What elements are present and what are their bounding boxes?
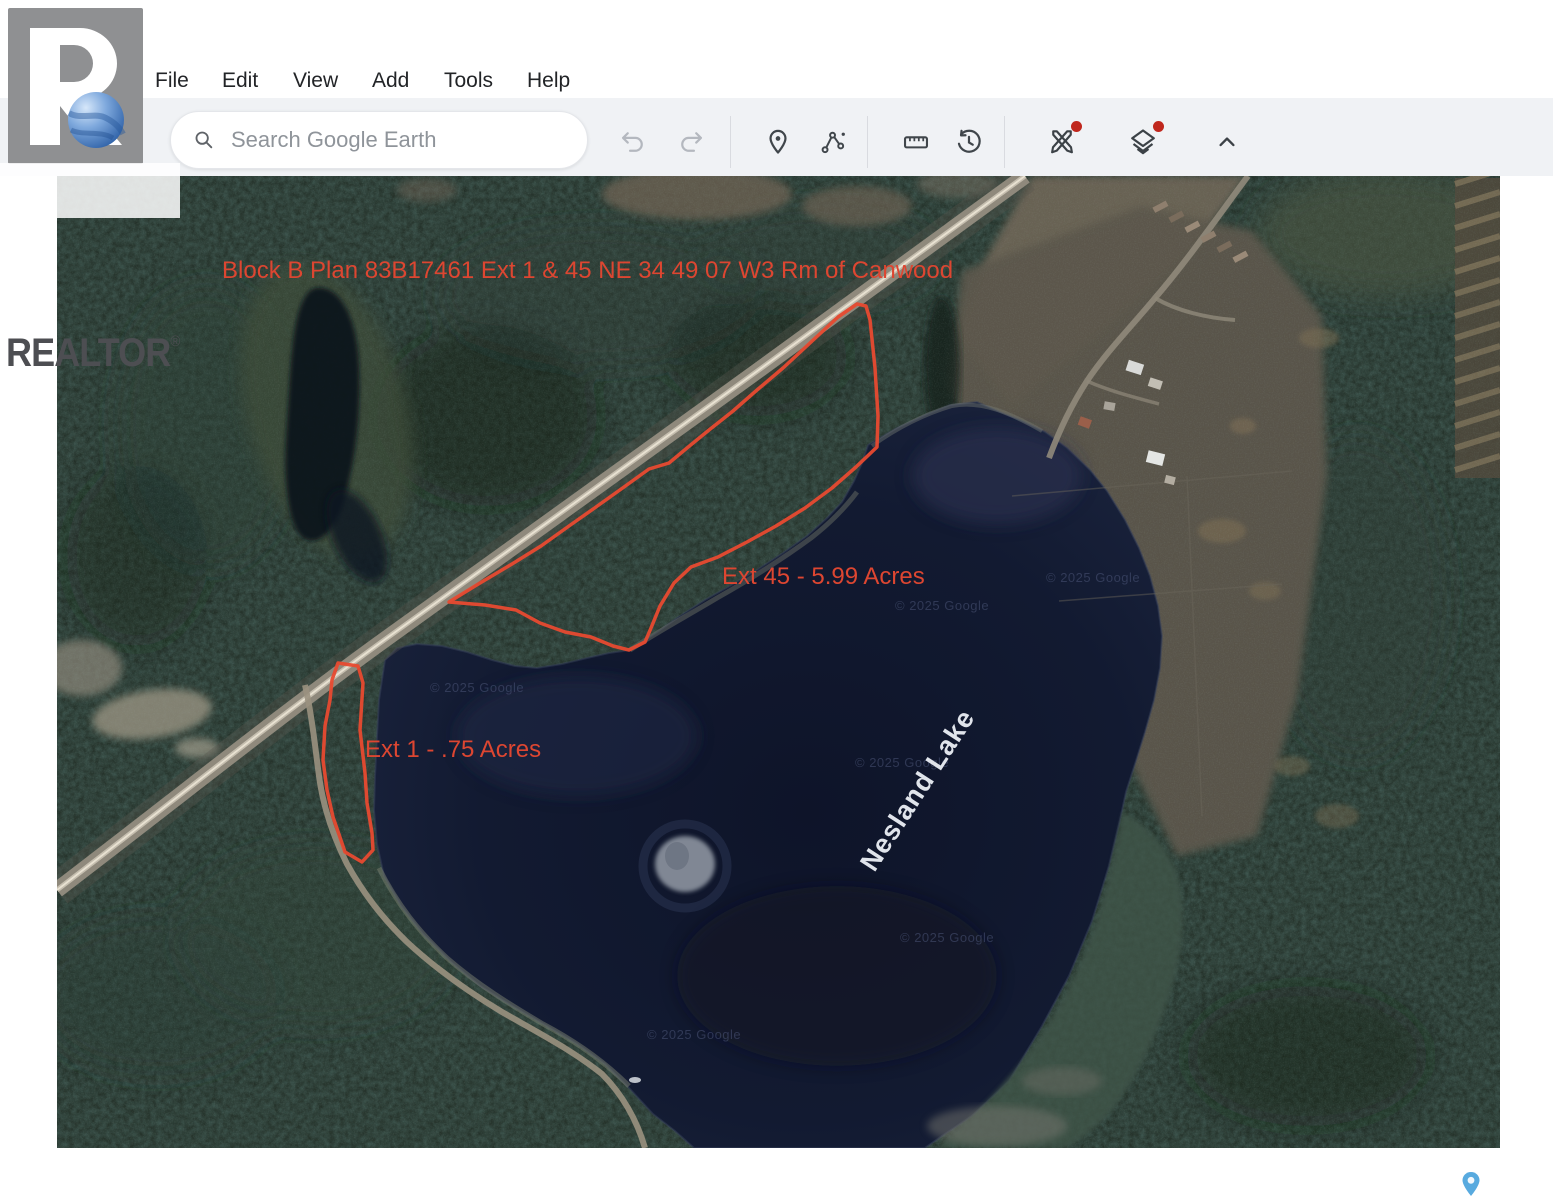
map-viewport[interactable]: © 2025 Google © 2025 Google © 2025 Googl… bbox=[57, 176, 1500, 1148]
path-icon bbox=[819, 128, 847, 156]
add-path-button[interactable] bbox=[815, 124, 851, 160]
measure-button[interactable] bbox=[898, 124, 934, 160]
markup-notification-dot bbox=[1071, 121, 1082, 132]
satellite-imagery: © 2025 Google © 2025 Google © 2025 Googl… bbox=[57, 176, 1500, 1148]
app-header: File Edit View Add Tools Help bbox=[0, 0, 1553, 176]
history-clock-icon bbox=[955, 128, 983, 156]
svg-text:© 2025 Google: © 2025 Google bbox=[900, 930, 994, 945]
toolbar-separator bbox=[867, 116, 868, 168]
earth-sphere-icon bbox=[68, 92, 124, 148]
registered-trademark-symbol: ® bbox=[170, 333, 179, 350]
menu-edit[interactable]: Edit bbox=[222, 66, 258, 96]
historical-imagery-button[interactable] bbox=[951, 124, 987, 160]
toolbar-separator bbox=[730, 116, 731, 168]
realtor-text-band: REALTOR® bbox=[0, 163, 180, 218]
realtor-wordmark: REALTOR bbox=[6, 331, 170, 375]
parcel-ext1-label: Ext 1 - .75 Acres bbox=[365, 736, 541, 763]
collapse-toolbar-button[interactable] bbox=[1209, 124, 1245, 160]
undo-button[interactable] bbox=[615, 124, 651, 160]
search-bar[interactable] bbox=[170, 111, 588, 169]
search-icon bbox=[193, 129, 215, 151]
map-style-notification-dot bbox=[1153, 121, 1164, 132]
menu-tools[interactable]: Tools bbox=[444, 66, 493, 96]
layers-icon bbox=[1128, 127, 1158, 157]
google-earth-window: File Edit View Add Tools Help bbox=[0, 0, 1553, 1200]
search-input[interactable] bbox=[231, 127, 561, 153]
parcel-ext45-label: Ext 45 - 5.99 Acres bbox=[722, 563, 925, 590]
redo-button[interactable] bbox=[673, 124, 709, 160]
realtor-logo bbox=[8, 8, 143, 164]
placemark-pin-icon bbox=[764, 128, 792, 156]
svg-text:© 2025 Google: © 2025 Google bbox=[895, 598, 989, 613]
undo-icon bbox=[619, 128, 647, 156]
menu-file[interactable]: File bbox=[155, 66, 189, 96]
location-pin-icon bbox=[1461, 1171, 1481, 1200]
toolbar-separator bbox=[1004, 116, 1005, 168]
chevron-up-icon bbox=[1213, 128, 1241, 156]
menu-help[interactable]: Help bbox=[527, 66, 570, 96]
menu-view[interactable]: View bbox=[293, 66, 338, 96]
boat bbox=[629, 1077, 641, 1083]
ruler-icon bbox=[902, 128, 930, 156]
add-placemark-button[interactable] bbox=[760, 124, 796, 160]
map-title-annotation: Block B Plan 83B17461 Ext 1 & 45 NE 34 4… bbox=[222, 257, 953, 284]
svg-text:© 2025 Google: © 2025 Google bbox=[430, 680, 524, 695]
crossed-pencils-icon bbox=[1047, 127, 1077, 157]
svg-text:© 2025 Google: © 2025 Google bbox=[647, 1027, 741, 1042]
redo-icon bbox=[677, 128, 705, 156]
menu-add[interactable]: Add bbox=[372, 66, 409, 96]
svg-text:© 2025 Google: © 2025 Google bbox=[1046, 570, 1140, 585]
